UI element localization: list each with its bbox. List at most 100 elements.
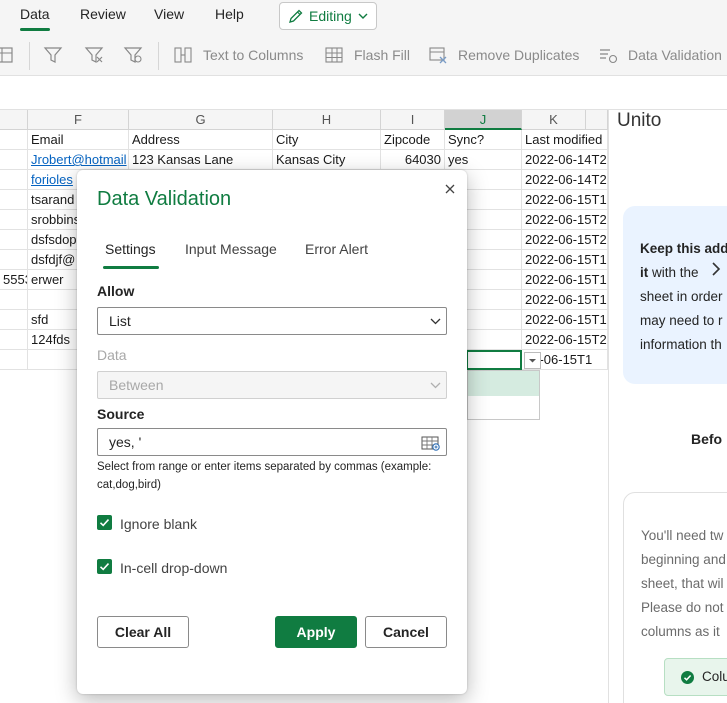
- header-cell-sync[interactable]: Sync?: [445, 130, 522, 150]
- pane-body-line: beginning and: [641, 552, 726, 567]
- cell-e-prefix[interactable]: [0, 310, 28, 330]
- remove-duplicates-icon: [429, 47, 447, 64]
- cell-last-modified[interactable]: 2022-06-15T1: [522, 250, 608, 270]
- clear-filter-icon[interactable]: [84, 45, 104, 65]
- column-header-l[interactable]: [586, 110, 608, 130]
- chevron-down-icon: [358, 13, 368, 19]
- source-hint: Select from range or enter items separat…: [97, 461, 432, 491]
- tab-help[interactable]: Help: [215, 6, 244, 22]
- pane-body-line: Please do not: [641, 600, 724, 615]
- cell-e-prefix[interactable]: [0, 250, 28, 270]
- column-header-i[interactable]: I: [381, 110, 445, 130]
- pane-body-line: columns as it: [641, 624, 720, 639]
- header-cell-city[interactable]: City: [273, 130, 381, 150]
- column-header-g[interactable]: G: [129, 110, 273, 130]
- header-cell-address[interactable]: Address: [129, 130, 273, 150]
- checkmark-icon: [99, 519, 110, 527]
- cell-e-prefix[interactable]: [0, 290, 28, 310]
- header-cell-last-modified[interactable]: Last modified: [522, 130, 608, 150]
- cancel-button[interactable]: Cancel: [365, 616, 447, 648]
- header-cell-zipcode[interactable]: Zipcode: [381, 130, 445, 150]
- filter-icon[interactable]: [43, 45, 63, 65]
- formula-bar[interactable]: [0, 76, 727, 110]
- cell[interactable]: [0, 130, 28, 150]
- table-icon[interactable]: [0, 45, 14, 65]
- source-input[interactable]: yes, ': [97, 428, 447, 456]
- cell-last-modified[interactable]: 2022-06-15T2: [522, 210, 608, 230]
- allow-value: List: [109, 313, 131, 329]
- header-cell-email[interactable]: Email: [28, 130, 129, 150]
- cell-last-modified[interactable]: 2022-06-14T2: [522, 150, 608, 170]
- cell-last-modified[interactable]: 2022-06-15T1: [522, 310, 608, 330]
- allow-select[interactable]: List: [97, 307, 447, 335]
- cell-e-prefix[interactable]: [0, 150, 28, 170]
- tab-review[interactable]: Review: [80, 6, 126, 22]
- range-select-icon[interactable]: [421, 435, 441, 452]
- column-header-k[interactable]: K: [522, 110, 586, 130]
- cell-sync[interactable]: yes: [445, 150, 522, 170]
- data-select: Between: [97, 371, 447, 399]
- dropdown-highlight[interactable]: [468, 371, 539, 396]
- data-validation-button[interactable]: Data Validation: [628, 47, 722, 63]
- column-header-f[interactable]: F: [28, 110, 129, 130]
- tab-settings[interactable]: Settings: [105, 241, 156, 257]
- active-cell[interactable]: [466, 350, 522, 370]
- text-to-columns-button[interactable]: Text to Columns: [203, 47, 303, 63]
- editing-mode-button[interactable]: Editing: [279, 2, 377, 30]
- ignore-blank-label[interactable]: Ignore blank: [120, 516, 197, 532]
- in-cell-dropdown-label[interactable]: In-cell drop-down: [120, 560, 227, 576]
- data-value: Between: [109, 377, 164, 393]
- cell-last-modified[interactable]: 2022-06-15T2: [522, 330, 608, 350]
- column-header-h[interactable]: H: [273, 110, 381, 130]
- cell-e-prefix[interactable]: 5553: [0, 270, 28, 290]
- column-header-j[interactable]: J: [445, 110, 522, 130]
- tab-input-message[interactable]: Input Message: [185, 241, 277, 257]
- tab-data[interactable]: Data: [20, 6, 50, 22]
- cell-address[interactable]: 123 Kansas Lane: [129, 150, 273, 170]
- cell-city[interactable]: Kansas City: [273, 150, 381, 170]
- cell-e-prefix[interactable]: [0, 170, 28, 190]
- column-header-e[interactable]: [0, 110, 28, 130]
- cell-e-prefix[interactable]: [0, 230, 28, 250]
- flash-fill-button[interactable]: Flash Fill: [354, 47, 410, 63]
- cell-dropdown-button[interactable]: [524, 352, 541, 369]
- cell-zipcode[interactable]: 64030: [381, 150, 445, 170]
- cell-last-modified[interactable]: 2022-06-15T2: [522, 230, 608, 250]
- pane-before-heading: Befo: [691, 431, 723, 447]
- cell-dropdown-list[interactable]: [467, 370, 540, 420]
- clear-all-button[interactable]: Clear All: [97, 616, 189, 648]
- caret-down-icon: [529, 359, 536, 363]
- apply-button[interactable]: Apply: [275, 616, 357, 648]
- cell-email[interactable]: Jrobert@hotmail: [28, 150, 129, 170]
- cell-e-prefix[interactable]: [0, 350, 28, 370]
- in-cell-dropdown-checkbox[interactable]: [97, 559, 112, 574]
- chevron-right-icon[interactable]: [710, 262, 722, 276]
- tab-error-alert[interactable]: Error Alert: [305, 241, 368, 257]
- dialog-title: Data Validation: [97, 188, 232, 210]
- reapply-filter-icon[interactable]: [123, 45, 143, 65]
- tab-settings-underline: [103, 266, 159, 269]
- ribbon-tabs: Data Review View Help Editing: [0, 0, 727, 34]
- cell-e-prefix[interactable]: [0, 190, 28, 210]
- cell-e-prefix[interactable]: [0, 330, 28, 350]
- pane-info-text: Keep this add it with the sheet in order…: [640, 237, 727, 357]
- cell-last-modified[interactable]: 2022-06-15T1: [522, 270, 608, 290]
- toolbar-separator: [29, 42, 30, 70]
- flash-fill-icon: [325, 47, 343, 63]
- pane-column-chip[interactable]: Colu: [664, 658, 727, 696]
- ignore-blank-checkbox[interactable]: [97, 515, 112, 530]
- allow-label: Allow: [97, 283, 135, 299]
- pane-body-line: sheet, that wil: [641, 576, 724, 591]
- pane-card-bold: it: [640, 265, 649, 280]
- cell-last-modified[interactable]: 2022-06-15T1: [522, 290, 608, 310]
- cell-e-prefix[interactable]: [0, 210, 28, 230]
- data-label: Data: [97, 347, 127, 363]
- cell-last-modified[interactable]: 2022-06-14T2: [522, 170, 608, 190]
- remove-duplicates-button[interactable]: Remove Duplicates: [458, 47, 579, 63]
- cell-last-modified[interactable]: 2022-06-15T1: [522, 190, 608, 210]
- tab-view[interactable]: View: [154, 6, 184, 22]
- close-icon[interactable]: [442, 181, 458, 197]
- checkmark-icon: [99, 563, 110, 571]
- pane-title: Unito: [617, 110, 662, 131]
- check-circle-icon: [681, 671, 694, 684]
